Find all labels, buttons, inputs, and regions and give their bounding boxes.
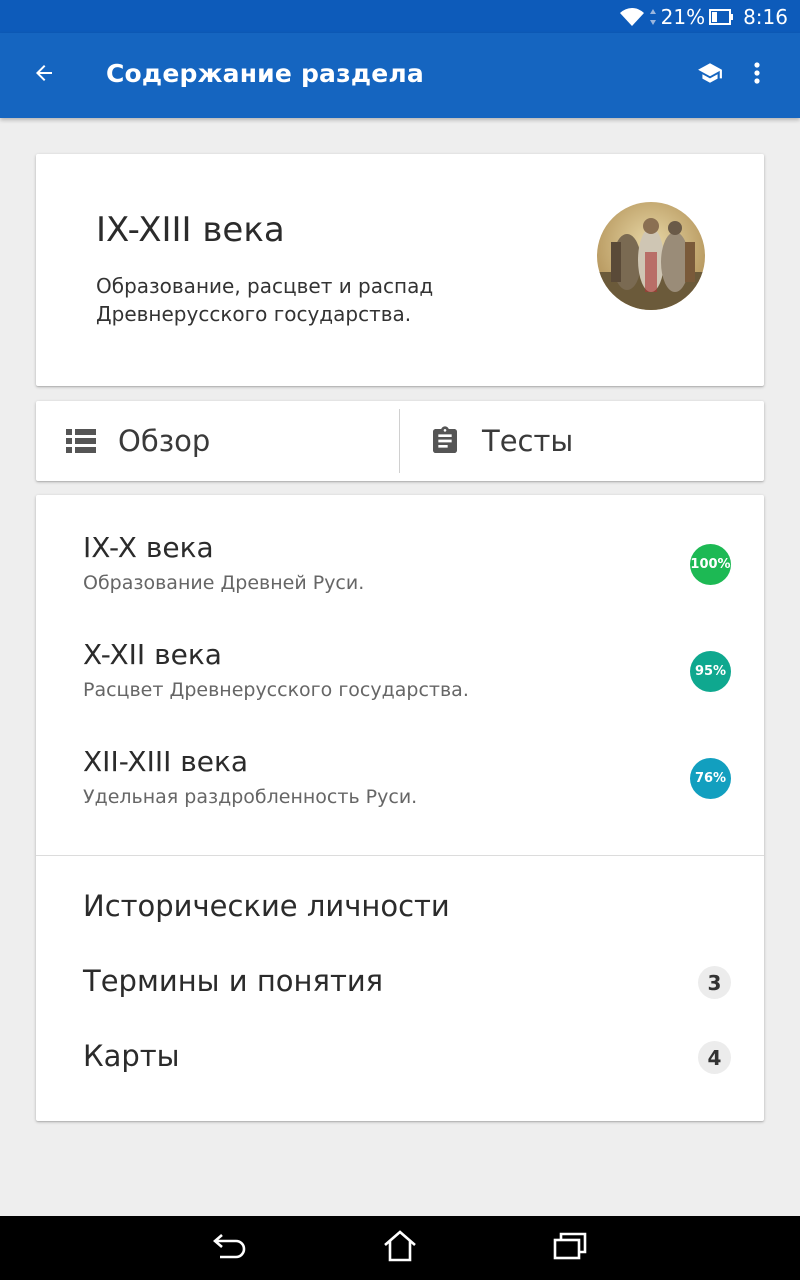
nav-back-button[interactable] [210, 1230, 250, 1266]
section-header-card: IX-XIII века Образование, расцвет и расп… [36, 154, 764, 386]
progress-badge: 76% [690, 758, 731, 799]
section-title: IX-XIII века [96, 210, 285, 250]
subsection-subtitle: Расцвет Древнерусского государства. [83, 679, 469, 701]
more-options-button[interactable] [740, 55, 774, 95]
tab-tests[interactable]: Тесты [400, 401, 764, 481]
nav-recents-button[interactable] [550, 1230, 590, 1266]
content-divider [36, 855, 764, 856]
home-nav-icon [382, 1229, 418, 1267]
subsection-subtitle: Образование Древней Руси. [83, 572, 365, 594]
back-button[interactable] [22, 53, 66, 97]
more-vert-icon [753, 61, 761, 89]
section-image [597, 202, 705, 310]
tabs-card: Обзор Тесты [36, 401, 764, 481]
subsection-title: IX-X века [83, 531, 214, 564]
progress-badge: 100% [690, 544, 731, 585]
graduation-cap-button[interactable] [688, 55, 732, 95]
subsection-subtitle: Удельная раздробленность Руси. [83, 786, 418, 808]
clipboard-icon [422, 423, 468, 459]
subsection-item[interactable]: XII-XIII века Удельная раздробленность Р… [83, 745, 417, 808]
recents-nav-icon [552, 1231, 588, 1265]
battery-icon [709, 8, 735, 26]
wifi-icon [619, 7, 645, 27]
section-description: Образование, расцвет и распад Древнерусс… [96, 274, 434, 326]
maps-count-badge: 4 [698, 1041, 731, 1074]
tab-tests-label: Тесты [482, 424, 574, 458]
progress-badge: 95% [690, 651, 731, 692]
status-bar: 21% 8:16 [0, 0, 800, 33]
system-nav-bar [0, 1216, 800, 1280]
link-maps[interactable]: Карты [83, 1039, 180, 1073]
clock: 8:16 [743, 4, 788, 29]
data-arrows-icon [649, 8, 657, 26]
content-card: IX-X века Образование Древней Руси. 100%… [36, 495, 764, 1121]
subsection-item[interactable]: IX-X века Образование Древней Руси. [83, 531, 364, 594]
tab-overview[interactable]: Обзор [36, 401, 400, 481]
link-terms[interactable]: Термины и понятия [83, 964, 383, 998]
back-arrow-icon [32, 61, 56, 89]
nav-home-button[interactable] [380, 1230, 420, 1266]
back-nav-icon [212, 1231, 248, 1265]
tab-overview-label: Обзор [118, 424, 211, 458]
subsection-item[interactable]: X-XII века Расцвет Древнерусского госуда… [83, 638, 469, 701]
app-bar-title: Содержание раздела [106, 59, 424, 88]
terms-count-badge: 3 [698, 966, 731, 999]
link-historical-figures[interactable]: Исторические личности [83, 889, 450, 923]
subsection-title: X-XII века [83, 638, 222, 671]
subsection-title: XII-XIII века [83, 745, 249, 778]
list-icon [58, 429, 104, 453]
app-bar: Содержание раздела [0, 33, 800, 118]
graduation-cap-icon [695, 60, 725, 90]
battery-percent: 21% [660, 4, 706, 29]
